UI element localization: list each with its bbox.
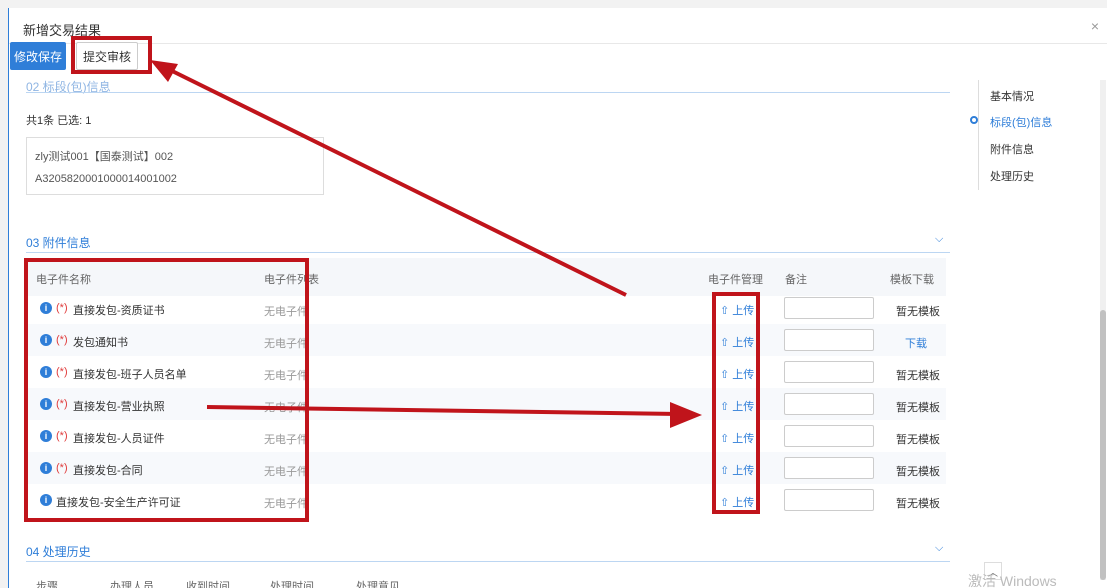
arrowhead-submit <box>150 60 178 82</box>
arrowhead-upload <box>670 402 702 428</box>
arrow-to-submit <box>157 62 627 297</box>
annotation-arrows <box>150 60 702 428</box>
arrow-to-upload <box>206 405 681 416</box>
